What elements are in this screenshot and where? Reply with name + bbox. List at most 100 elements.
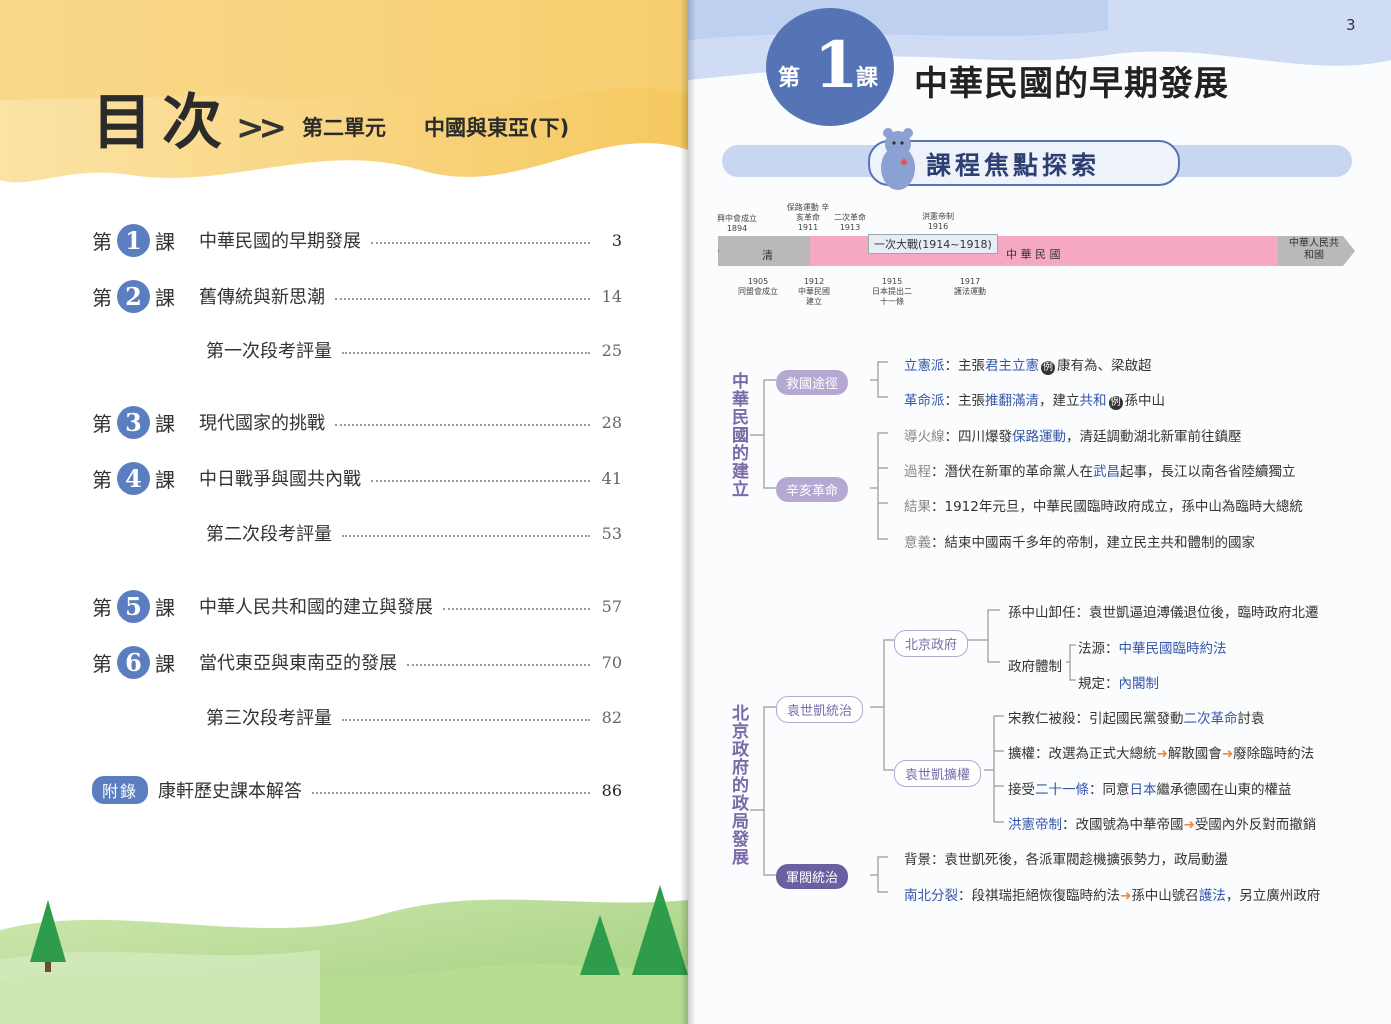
text: 法源： <box>1078 641 1119 657</box>
toc-entry-exam-2[interactable]: 第二次段考評量 53 <box>92 513 622 553</box>
event-year: 1912 <box>803 277 825 286</box>
unit-label: 第二單元 <box>302 116 386 140</box>
toc-entry-exam-3[interactable]: 第三次段考評量 82 <box>92 697 622 737</box>
page-number: 53 <box>601 523 622 543</box>
highlight: 二次革命 <box>1183 711 1238 727</box>
page-number: 86 <box>601 780 622 800</box>
lesson-title: 舊傳統與新思潮 <box>199 287 325 308</box>
leaf-hongxian-monarchy: 洪憲帝制：改國號為中華帝國➜受國內外反對而撤銷 <box>1008 813 1316 833</box>
toc-entry-exam-1[interactable]: 第一次段考評量 25 <box>92 330 622 370</box>
event-year: 1911 <box>797 223 819 232</box>
lesson-page: 3 第 1 課 中華民國的早期發展 課程焦點探索 清 中 華 民 國 中華人民共… <box>688 0 1391 1024</box>
text: 討袁 <box>1237 711 1265 727</box>
page-number: 82 <box>601 707 622 727</box>
text: ：同意 <box>1089 782 1130 798</box>
event-label: 同盟會成立 <box>738 287 778 296</box>
lesson-ke: 課 <box>856 66 879 91</box>
timeline-event-1894: 興中會成立 1894 <box>712 214 762 234</box>
key: 意義 <box>904 535 931 551</box>
text: 擴權：改選為正式大總統 <box>1008 746 1157 762</box>
toc-entry-lesson-2[interactable]: 第 2 課 舊傳統與新思潮 14 <box>92 276 622 316</box>
text: ，建立 <box>1039 393 1080 409</box>
leader-dots <box>443 608 590 610</box>
leaf-north-south-split: 南北分裂：段祺瑞拒絕恢復臨時約法➜孫中山號召護法，另立廣州政府 <box>904 884 1320 904</box>
section-title-roc-founding: 中華民國的建立 <box>728 372 748 498</box>
toc-entry-lesson-5[interactable]: 第 5 課 中華人民共和國的建立與發展 57 <box>92 586 622 626</box>
timeline-roc: 中 華 民 國 <box>1006 248 1061 261</box>
event-label: 興中會成立 <box>717 214 757 223</box>
toc-title: 目次 <box>92 88 232 158</box>
leader-dots <box>371 480 590 482</box>
event-year: 1916 <box>927 222 949 231</box>
example-badge: 例 <box>1041 361 1055 375</box>
lesson-number-badge: 3 <box>117 405 150 439</box>
lesson-number: 1 <box>814 28 859 103</box>
toc-entry-lesson-4[interactable]: 第 4 課 中日戰爭與國共內戰 41 <box>92 458 622 498</box>
text: ：主張 <box>944 393 986 409</box>
leader-dots <box>312 792 590 794</box>
leader-dots <box>335 298 590 300</box>
event-label: 中華民國建立 <box>798 287 830 306</box>
text: 孫中山號召 <box>1131 888 1199 904</box>
leaf-gov-system: 政府體制 <box>1008 659 1062 675</box>
lesson-number-badge: 2 <box>117 279 150 313</box>
key: 革命派 <box>904 393 945 409</box>
arrow-right-icon: ➜ <box>1120 888 1132 904</box>
focus-title: 課程焦點探索 <box>926 151 1101 180</box>
text: 繼承德國在山東的權益 <box>1156 782 1292 798</box>
lesson-number-badge: 5 <box>117 589 150 623</box>
leaf-song-assassination: 宋教仁被殺：引起國民黨發動二次革命討袁 <box>1008 707 1265 727</box>
text: 受國內外反對而撤銷 <box>1194 817 1317 833</box>
text: 起事，長江以南各省陸續獨立 <box>1120 464 1296 480</box>
lesson-prefix: 第 <box>92 411 112 436</box>
page-number: 3 <box>611 230 622 250</box>
lesson-number-badge: 1 <box>117 223 150 257</box>
leader-dots <box>342 535 590 537</box>
toc-entry-lesson-3[interactable]: 第 3 課 現代國家的挑戰 28 <box>92 402 622 442</box>
toc-entry-lesson-6[interactable]: 第 6 課 當代東亞與東南亞的發展 70 <box>92 642 622 682</box>
page-number: 3 <box>1346 16 1356 34</box>
lesson-title: 當代東亞與東南亞的發展 <box>199 653 397 674</box>
page-number: 70 <box>601 652 622 672</box>
exam-title: 第二次段考評量 <box>206 524 332 545</box>
page-number: 14 <box>601 286 622 306</box>
lesson-title: 中日戰爭與國共內戰 <box>199 469 361 490</box>
highlight: 君主立憲 <box>985 358 1039 374</box>
lesson-suffix: 課 <box>155 229 175 254</box>
leader-dots <box>371 242 590 244</box>
key: 導火線 <box>904 429 945 445</box>
toc-entry-lesson-1[interactable]: 第 1 課 中華民國的早期發展 3 <box>92 220 622 260</box>
exam-title: 第一次段考評量 <box>206 341 332 362</box>
lesson-badge: 第 1 課 <box>766 8 894 126</box>
appendix-title: 康軒歷史課本解答 <box>158 781 303 802</box>
leaf-result: 結果：1912年元旦，中華民國臨時政府成立，孫中山為臨時大總統 <box>904 495 1303 515</box>
leader-dots <box>342 719 590 721</box>
lesson-prefix: 第 <box>92 285 112 310</box>
unit-name: 中國與東亞(下) <box>424 116 570 140</box>
toc-page: 目次 >> 第二單元 中國與東亞(下) 第 1 課 中華民國的早期發展 3 第 … <box>0 0 688 1024</box>
text: ：主張 <box>944 358 986 374</box>
node-warlord-rule: 軍閥統治 <box>776 864 849 889</box>
leaf-trigger: 導火線：四川爆發保路運動，清廷調動湖北新軍前往鎮壓 <box>904 425 1242 445</box>
text: 孫中山 <box>1124 393 1166 409</box>
lesson-title: 中華人民共和國的建立與發展 <box>199 597 433 618</box>
arrow-right-icon: ➜ <box>1183 817 1195 833</box>
event-year: 1894 <box>726 224 748 233</box>
example-badge: 例 <box>1108 396 1123 410</box>
page-number: 25 <box>601 340 622 360</box>
leaf-sun-resigns: 孫中山卸任：袁世凱逼迫溥儀退位後，臨時政府北遷 <box>1008 605 1319 621</box>
toc-entry-appendix[interactable]: 附錄 康軒歷史課本解答 86 <box>92 770 622 810</box>
event-year: 1905 <box>747 277 769 286</box>
highlight: 南北分裂 <box>904 888 958 904</box>
book-gutter <box>680 0 696 1024</box>
key: 過程 <box>904 464 931 480</box>
text: ，清廷調動湖北新軍前往鎮壓 <box>1066 429 1242 445</box>
node-xinhai-revolution: 辛亥革命 <box>776 477 849 502</box>
event-label: 二次革命 <box>834 213 866 222</box>
leader-dots <box>335 424 590 426</box>
text: 廢除臨時約法 <box>1233 746 1315 762</box>
text: 接受 <box>1008 782 1035 798</box>
lesson-suffix: 課 <box>155 595 175 620</box>
event-label: 保路運動 辛亥革命 <box>786 203 830 222</box>
leader-dots <box>342 352 590 354</box>
